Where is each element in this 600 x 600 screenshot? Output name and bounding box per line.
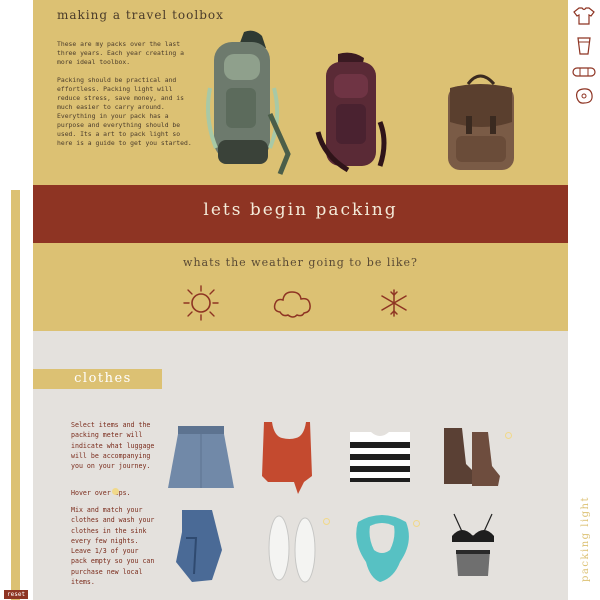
tip-dot-icon: [323, 518, 330, 525]
intro-text: These are my packs over the last three y…: [57, 40, 197, 148]
packing-meter-bar: [11, 190, 20, 600]
reset-button[interactable]: reset: [4, 590, 29, 599]
striped-crop-top[interactable]: [347, 428, 413, 484]
black-bra-set[interactable]: [448, 510, 498, 582]
leather-rucksack[interactable]: [440, 70, 522, 178]
teal-scarf[interactable]: [350, 512, 414, 586]
snowflake-icon[interactable]: [379, 288, 409, 318]
clothes-label: clothes: [74, 371, 132, 386]
cloud-icon[interactable]: [272, 288, 312, 318]
green-hiking-backpack[interactable]: [200, 28, 292, 183]
packing-tip: Mix and match your clothes and wash your…: [71, 506, 155, 587]
shirt-icon[interactable]: [573, 6, 595, 26]
sun-icon[interactable]: [182, 284, 220, 322]
denim-skirt[interactable]: [166, 424, 236, 492]
clothes-instructions: Select items and the packing meter will …: [71, 421, 155, 471]
brown-boots[interactable]: [440, 424, 502, 490]
tip-dot-icon: [505, 432, 512, 439]
white-flip-flops[interactable]: [265, 512, 319, 588]
svg-text:packing light: packing light: [580, 496, 591, 582]
bandage-icon[interactable]: [572, 65, 596, 79]
steak-icon[interactable]: [573, 86, 595, 106]
cup-icon[interactable]: [576, 36, 592, 56]
red-tank-top[interactable]: [262, 418, 317, 496]
intro-paragraph-1: These are my packs over the last three y…: [57, 40, 184, 66]
page-title: making a travel toolbox: [57, 8, 224, 22]
weather-question: whats the weather going to be like?: [183, 256, 418, 269]
jeans[interactable]: [172, 508, 228, 584]
intro-paragraph-2: Packing should be practical and effortle…: [57, 76, 192, 147]
banner-title: lets begin packing: [203, 200, 398, 220]
packing-light-label: packing light: [580, 496, 591, 582]
tip-dot-icon: [413, 520, 420, 527]
maroon-hiking-backpack[interactable]: [308, 52, 393, 177]
tip-dot-icon: [112, 488, 119, 495]
